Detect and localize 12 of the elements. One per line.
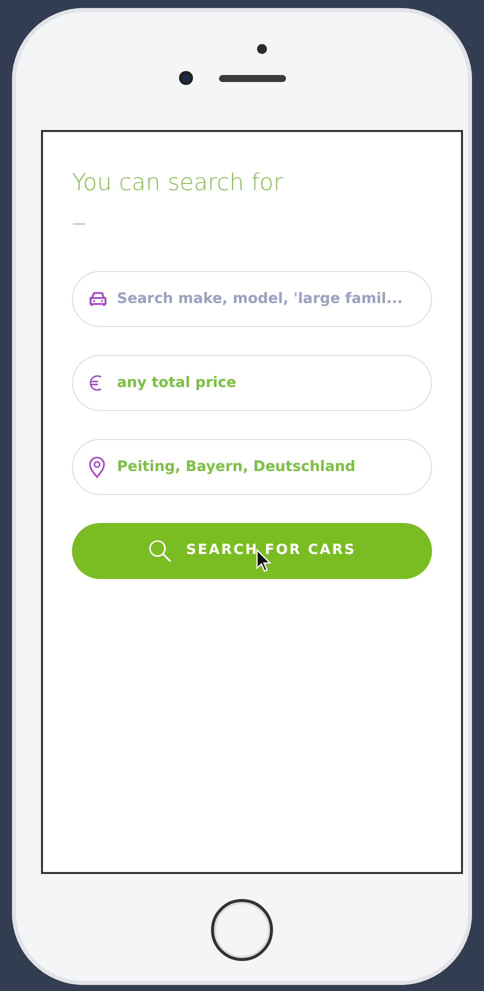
search-icon <box>148 538 172 563</box>
heading: You can search for <box>72 170 284 198</box>
car-icon <box>88 290 108 308</box>
euro-icon <box>88 372 104 393</box>
price-field[interactable]: any total price <box>72 354 432 411</box>
search-button[interactable]: SEARCH FOR CARS <box>72 522 432 579</box>
location-pin-icon <box>88 456 106 478</box>
search-field[interactable]: Search make, model, 'large famil... <box>72 270 432 327</box>
camera-icon <box>179 71 193 85</box>
location-field[interactable]: Peiting, Bayern, Deutschland <box>72 438 432 495</box>
sensor-dot <box>257 44 267 54</box>
speaker-grille <box>219 75 286 82</box>
